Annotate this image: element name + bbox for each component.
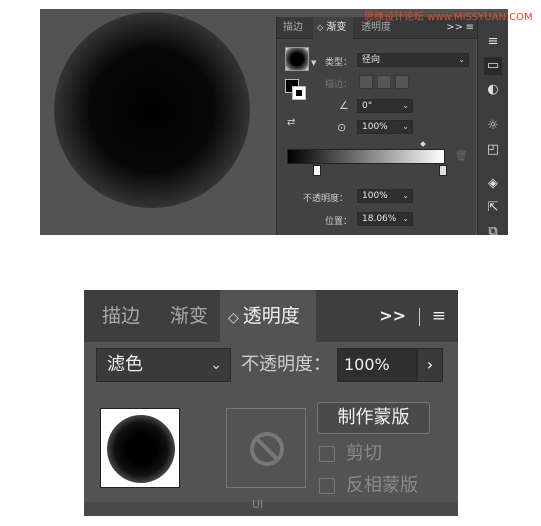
gradient-swatch[interactable] bbox=[285, 47, 309, 71]
type-label: 类型： bbox=[325, 58, 353, 68]
layers-icon[interactable]: ◈ bbox=[484, 175, 502, 193]
footer-icon: UI bbox=[252, 498, 264, 511]
export-icon[interactable]: ⇱ bbox=[484, 199, 502, 217]
stroke-across-icon[interactable] bbox=[395, 75, 409, 89]
object-thumbnail[interactable] bbox=[100, 408, 180, 488]
chevron-down-icon: ⌄ bbox=[402, 101, 409, 110]
gradient-midpoint[interactable] bbox=[418, 139, 428, 149]
stroke-along-icon[interactable] bbox=[377, 75, 391, 89]
tab-stroke[interactable]: 描边 bbox=[283, 17, 303, 39]
divider bbox=[419, 308, 420, 326]
angle-icon: ∠ bbox=[339, 99, 349, 112]
tab-gradient[interactable]: 渐变 bbox=[170, 290, 208, 342]
panel-dock: ≡ ▭ ◐ ☼ ◰ ◈ ⇱ ⧉ bbox=[477, 17, 508, 235]
transparency-screenshot: 描边 渐变 ◇ 透明度 >> ≡ 滤色 ⌄ 不透明度： 100% › 制作蒙版 剪切… bbox=[84, 290, 458, 516]
chevron-down-icon: ⌄ bbox=[402, 122, 409, 131]
clip-label: 剪切 bbox=[346, 443, 382, 464]
chevron-down-icon: ⌄ bbox=[458, 55, 465, 64]
chevron-updown-icon: ◇ bbox=[228, 310, 239, 326]
menu-icon[interactable]: ≡ bbox=[484, 33, 502, 51]
opacity-label: 不透明度： bbox=[241, 354, 331, 375]
opacity-input[interactable]: 100% ⌄ bbox=[357, 189, 413, 203]
watermark: 思缘设计论坛 www.MISSYUAN.COM bbox=[364, 12, 533, 23]
gradient-slider[interactable] bbox=[287, 149, 445, 164]
stroke-within-icon[interactable] bbox=[359, 75, 373, 89]
angle-input[interactable]: 0° ⌄ bbox=[357, 99, 413, 113]
gradient-type-select[interactable]: 径向 ⌄ bbox=[357, 53, 469, 67]
location-input[interactable]: 18.06% ⌄ bbox=[357, 212, 413, 226]
reverse-gradient-icon[interactable]: ⇄ bbox=[287, 117, 295, 128]
aspect-ratio-icon: ⊙ bbox=[337, 121, 347, 134]
transform-icon[interactable]: ◰ bbox=[484, 141, 502, 159]
transparency-panel-tabs: 描边 渐变 ◇ 透明度 >> ≡ bbox=[84, 290, 458, 342]
stroke-label: 描边： bbox=[325, 80, 353, 90]
tab-gradient[interactable]: ◇ 渐变 bbox=[313, 17, 353, 39]
radial-gradient-circle[interactable] bbox=[54, 12, 250, 208]
chevron-down-icon: ⌄ bbox=[402, 191, 409, 200]
chevron-right-icon[interactable]: › bbox=[417, 348, 443, 382]
invert-mask-checkbox[interactable] bbox=[319, 478, 335, 494]
gradient-stop-white[interactable] bbox=[439, 165, 447, 176]
mask-thumbnail[interactable] bbox=[226, 408, 306, 488]
clip-checkbox[interactable] bbox=[319, 446, 335, 462]
chevron-down-icon[interactable]: ▼ bbox=[311, 59, 316, 67]
tab-transparency[interactable]: ◇ 透明度 bbox=[220, 290, 316, 342]
artboards-icon[interactable]: ⧉ bbox=[484, 223, 502, 235]
opacity-input[interactable]: 100% bbox=[337, 348, 417, 382]
gradient-stop-black[interactable] bbox=[313, 165, 321, 176]
chevron-down-icon: ⌄ bbox=[402, 214, 409, 223]
gradient-screenshot: 描边 ◇ 渐变 透明度 >> ≡ ▼ 类型： 径向 ⌄ 描边： ∠ 0° ⌄ ⇄ ⊙… bbox=[40, 9, 508, 235]
delete-stop-icon[interactable]: 🗑 bbox=[455, 151, 468, 162]
gradient-icon[interactable]: ▭ bbox=[484, 57, 502, 75]
invert-mask-label: 反相蒙版 bbox=[346, 475, 418, 496]
make-mask-button[interactable]: 制作蒙版 bbox=[317, 402, 430, 434]
aspect-ratio-input[interactable]: 100% ⌄ bbox=[357, 120, 413, 134]
chevron-down-icon: ⌄ bbox=[210, 357, 222, 373]
appearance-icon[interactable]: ☼ bbox=[484, 117, 502, 135]
more-tabs-icon[interactable]: >> bbox=[379, 290, 406, 342]
artboard-canvas[interactable] bbox=[40, 9, 276, 235]
transparency-icon[interactable]: ◐ bbox=[484, 81, 502, 99]
panel-menu-icon[interactable]: ≡ bbox=[432, 290, 446, 342]
no-mask-icon bbox=[250, 432, 284, 466]
panel-footer bbox=[84, 502, 458, 516]
gradient-panel: 描边 ◇ 渐变 透明度 >> ≡ ▼ 类型： 径向 ⌄ 描边： ∠ 0° ⌄ ⇄ ⊙… bbox=[276, 17, 477, 235]
fill-stroke-icon[interactable] bbox=[285, 79, 307, 101]
opacity-label: 不透明度： bbox=[303, 194, 349, 204]
location-label: 位置： bbox=[325, 217, 353, 227]
tab-stroke[interactable]: 描边 bbox=[102, 290, 140, 342]
blend-mode-select[interactable]: 滤色 ⌄ bbox=[96, 348, 231, 382]
